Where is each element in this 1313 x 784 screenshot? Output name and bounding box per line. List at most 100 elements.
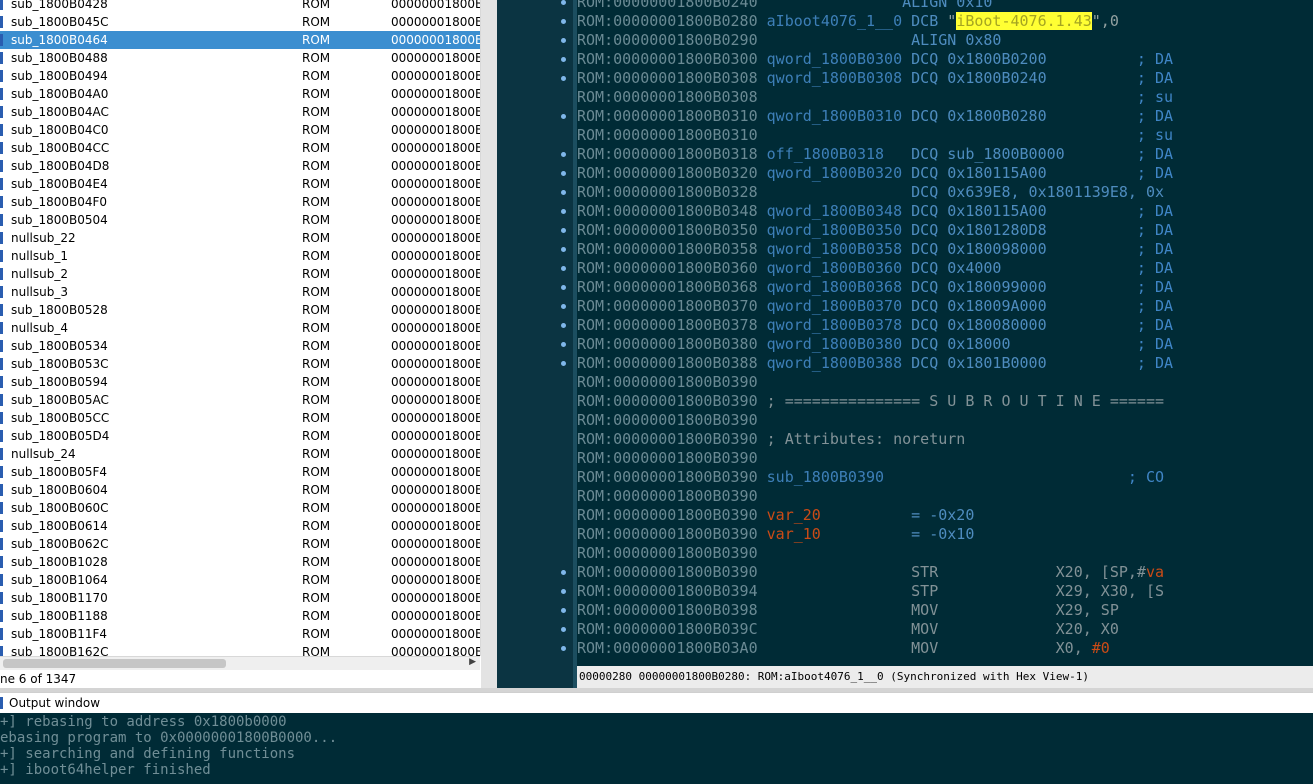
disassembly-view[interactable]: ROM:00000001800B0240 ALIGN 0x10 ROM:00000… <box>577 0 1313 666</box>
function-row[interactable]: sub_1800B04E4 ROM 00000001800B <box>0 175 480 193</box>
disassembly-line[interactable]: ROM:00000001800B0390 <box>577 411 758 430</box>
disassembly-line[interactable]: ROM:00000001800B0378 qword_1800B0378 DCQ… <box>577 316 1173 335</box>
function-row[interactable]: sub_1800B045C ROM 00000001800B <box>0 13 480 31</box>
disassembly-line[interactable]: ROM:00000001800B0360 qword_1800B0360 DCQ… <box>577 259 1173 278</box>
function-row[interactable]: sub_1800B11F4 ROM 00000001800B <box>0 625 480 643</box>
function-row[interactable]: sub_1800B04CC ROM 00000001800B <box>0 139 480 157</box>
disassembly-line[interactable]: ROM:00000001800B0370 qword_1800B0370 DCQ… <box>577 297 1173 316</box>
function-row[interactable]: sub_1800B05F4 ROM 00000001800B <box>0 463 480 481</box>
disassembly-token: qword_1800B0388 <box>766 354 912 372</box>
line-marker-dot <box>561 646 566 651</box>
function-row[interactable]: sub_1800B0528 ROM 00000001800B <box>0 301 480 319</box>
function-segment: ROM <box>302 447 331 461</box>
disassembly-line[interactable]: ROM:00000001800B0300 qword_1800B0300 DCQ… <box>577 50 1173 69</box>
function-name: nullsub_24 <box>11 447 76 461</box>
function-row[interactable]: sub_1800B04F0 ROM 00000001800B <box>0 193 480 211</box>
disassembly-line[interactable]: ROM:00000001800B0310 ; su <box>577 126 1173 145</box>
disassembly-line[interactable]: ROM:00000001800B0308 ; su <box>577 88 1173 107</box>
function-icon <box>0 610 3 622</box>
disassembly-line[interactable]: ROM:00000001800B0318 off_1800B0318 DCQ s… <box>577 145 1173 164</box>
disassembly-token: var_20 <box>766 506 821 524</box>
function-start: 00000001800B <box>391 465 480 479</box>
function-row[interactable]: nullsub_22 ROM 00000001800B <box>0 229 480 247</box>
disassembly-line[interactable]: ROM:00000001800B0398 MOV X29, SP <box>577 601 1119 620</box>
disassembly-line[interactable]: ROM:00000001800B0390 STR X20, [SP,#va <box>577 563 1164 582</box>
function-row[interactable]: sub_1800B0464 ROM 00000001800B <box>0 31 480 49</box>
function-row[interactable]: nullsub_24 ROM 00000001800B <box>0 445 480 463</box>
function-row[interactable]: sub_1800B0504 ROM 00000001800B <box>0 211 480 229</box>
function-row[interactable]: nullsub_4 ROM 00000001800B <box>0 319 480 337</box>
disassembly-line[interactable]: ROM:00000001800B0380 qword_1800B0380 DCQ… <box>577 335 1173 354</box>
function-row[interactable]: sub_1800B053C ROM 00000001800B <box>0 355 480 373</box>
disassembly-line[interactable]: ROM:00000001800B0390 var_20 = -0x20 <box>577 506 974 525</box>
functions-horizontal-scrollbar[interactable]: ▶ <box>0 656 480 670</box>
disassembly-line[interactable]: ROM:00000001800B0358 qword_1800B0358 DCQ… <box>577 240 1173 259</box>
function-start: 00000001800B <box>391 357 480 371</box>
disassembly-line[interactable]: ROM:00000001800B0390 ; Attributes: noret… <box>577 430 965 449</box>
disassembly-line[interactable]: ROM:00000001800B0348 qword_1800B0348 DCQ… <box>577 202 1173 221</box>
function-row[interactable]: sub_1800B04D8 ROM 00000001800B <box>0 157 480 175</box>
output-window-body[interactable]: +] rebasing to address 0x1800b0000 ebasin… <box>0 713 1313 784</box>
disassembly-line[interactable]: ROM:00000001800B0320 qword_1800B0320 DCQ… <box>577 164 1173 183</box>
function-row[interactable]: sub_1800B0534 ROM 00000001800B <box>0 337 480 355</box>
disassembly-token: DCQ 0x18009A000 <box>911 297 1047 315</box>
disassembly-line[interactable]: ROM:00000001800B0390 sub_1800B0390 ; CO <box>577 468 1164 487</box>
function-start: 00000001800B <box>391 33 480 47</box>
function-name: nullsub_3 <box>11 285 68 299</box>
disassembly-line[interactable]: ROM:00000001800B0390 var_10 = -0x10 <box>577 525 974 544</box>
function-row[interactable]: sub_1800B04AC ROM 00000001800B <box>0 103 480 121</box>
function-row[interactable]: sub_1800B1028 ROM 00000001800B <box>0 553 480 571</box>
disassembly-line[interactable]: ROM:00000001800B0350 qword_1800B0350 DCQ… <box>577 221 1173 240</box>
function-row[interactable]: sub_1800B05CC ROM 00000001800B <box>0 409 480 427</box>
function-icon <box>0 142 3 154</box>
disassembly-line[interactable]: ROM:00000001800B039C MOV X20, X0 <box>577 620 1119 639</box>
scroll-right-arrow-icon[interactable]: ▶ <box>469 657 476 667</box>
disassembly-line[interactable]: ROM:00000001800B0240 ALIGN 0x10 <box>577 0 992 12</box>
function-icon <box>0 160 3 172</box>
function-row[interactable]: sub_1800B162C ROM 00000001800B <box>0 643 480 656</box>
function-row[interactable]: sub_1800B1188 ROM 00000001800B <box>0 607 480 625</box>
function-row[interactable]: sub_1800B0614 ROM 00000001800B <box>0 517 480 535</box>
function-row[interactable]: sub_1800B0594 ROM 00000001800B <box>0 373 480 391</box>
disassembly-line[interactable]: ROM:00000001800B0394 STP X29, X30, [S <box>577 582 1164 601</box>
function-row[interactable]: sub_1800B0604 ROM 00000001800B <box>0 481 480 499</box>
function-row[interactable]: sub_1800B1170 ROM 00000001800B <box>0 589 480 607</box>
function-row[interactable]: sub_1800B060C ROM 00000001800B <box>0 499 480 517</box>
disassembly-line[interactable]: ROM:00000001800B0388 qword_1800B0388 DCQ… <box>577 354 1173 373</box>
function-row[interactable]: sub_1800B05AC ROM 00000001800B <box>0 391 480 409</box>
disassembly-line[interactable]: ROM:00000001800B0280 aIboot4076_1__0 DCB… <box>577 12 1119 31</box>
disassembly-line[interactable]: ROM:00000001800B0390 <box>577 544 758 563</box>
disassembly-line[interactable]: ROM:00000001800B03A0 MOV X0, #0 <box>577 639 1110 658</box>
disassembly-line[interactable]: ROM:00000001800B0368 qword_1800B0368 DCQ… <box>577 278 1173 297</box>
output-window-header[interactable]: Output window <box>0 692 1313 714</box>
function-icon <box>0 430 3 442</box>
disassembly-line[interactable]: ROM:00000001800B0290 ALIGN 0x80 <box>577 31 1001 50</box>
function-row[interactable]: sub_1800B0488 ROM 00000001800B <box>0 49 480 67</box>
function-row[interactable]: sub_1800B0494 ROM 00000001800B <box>0 67 480 85</box>
function-row[interactable]: sub_1800B1064 ROM 00000001800B <box>0 571 480 589</box>
function-name: sub_1800B05D4 <box>11 429 110 443</box>
panel-splitter[interactable] <box>481 0 497 688</box>
function-row[interactable]: sub_1800B04A0 ROM 00000001800B <box>0 85 480 103</box>
disassembly-line[interactable]: ROM:00000001800B0308 qword_1800B0308 DCQ… <box>577 69 1173 88</box>
disassembly-line[interactable]: ROM:00000001800B0390 <box>577 487 758 506</box>
horizontal-scroll-thumb[interactable] <box>3 659 226 668</box>
disassembly-token: #0 <box>1091 639 1110 657</box>
disassembly-line[interactable]: ROM:00000001800B0310 qword_1800B0310 DCQ… <box>577 107 1173 126</box>
disassembly-line[interactable]: ROM:00000001800B0328 DCQ 0x639E8, 0x1801… <box>577 183 1164 202</box>
function-segment: ROM <box>302 519 331 533</box>
function-row[interactable]: sub_1800B0428 ROM 00000001800B <box>0 0 480 13</box>
function-row[interactable]: sub_1800B062C ROM 00000001800B <box>0 535 480 553</box>
function-row[interactable]: nullsub_3 ROM 00000001800B <box>0 283 480 301</box>
function-row[interactable]: nullsub_2 ROM 00000001800B <box>0 265 480 283</box>
function-row[interactable]: sub_1800B04C0 ROM 00000001800B <box>0 121 480 139</box>
line-marker-dot <box>561 247 566 252</box>
disassembly-line[interactable]: ROM:00000001800B0390 ; =============== S… <box>577 392 1164 411</box>
function-row[interactable]: nullsub_1 ROM 00000001800B <box>0 247 480 265</box>
disassembly-token: MOV X0, <box>766 639 1092 657</box>
disassembly-token: va <box>1145 563 1165 581</box>
disassembly-line[interactable]: ROM:00000001800B0390 <box>577 449 758 468</box>
disassembly-line[interactable]: ROM:00000001800B0390 <box>577 373 758 392</box>
function-row[interactable]: sub_1800B05D4 ROM 00000001800B <box>0 427 480 445</box>
disassembly-token: ALIGN 0x10 <box>766 0 993 11</box>
